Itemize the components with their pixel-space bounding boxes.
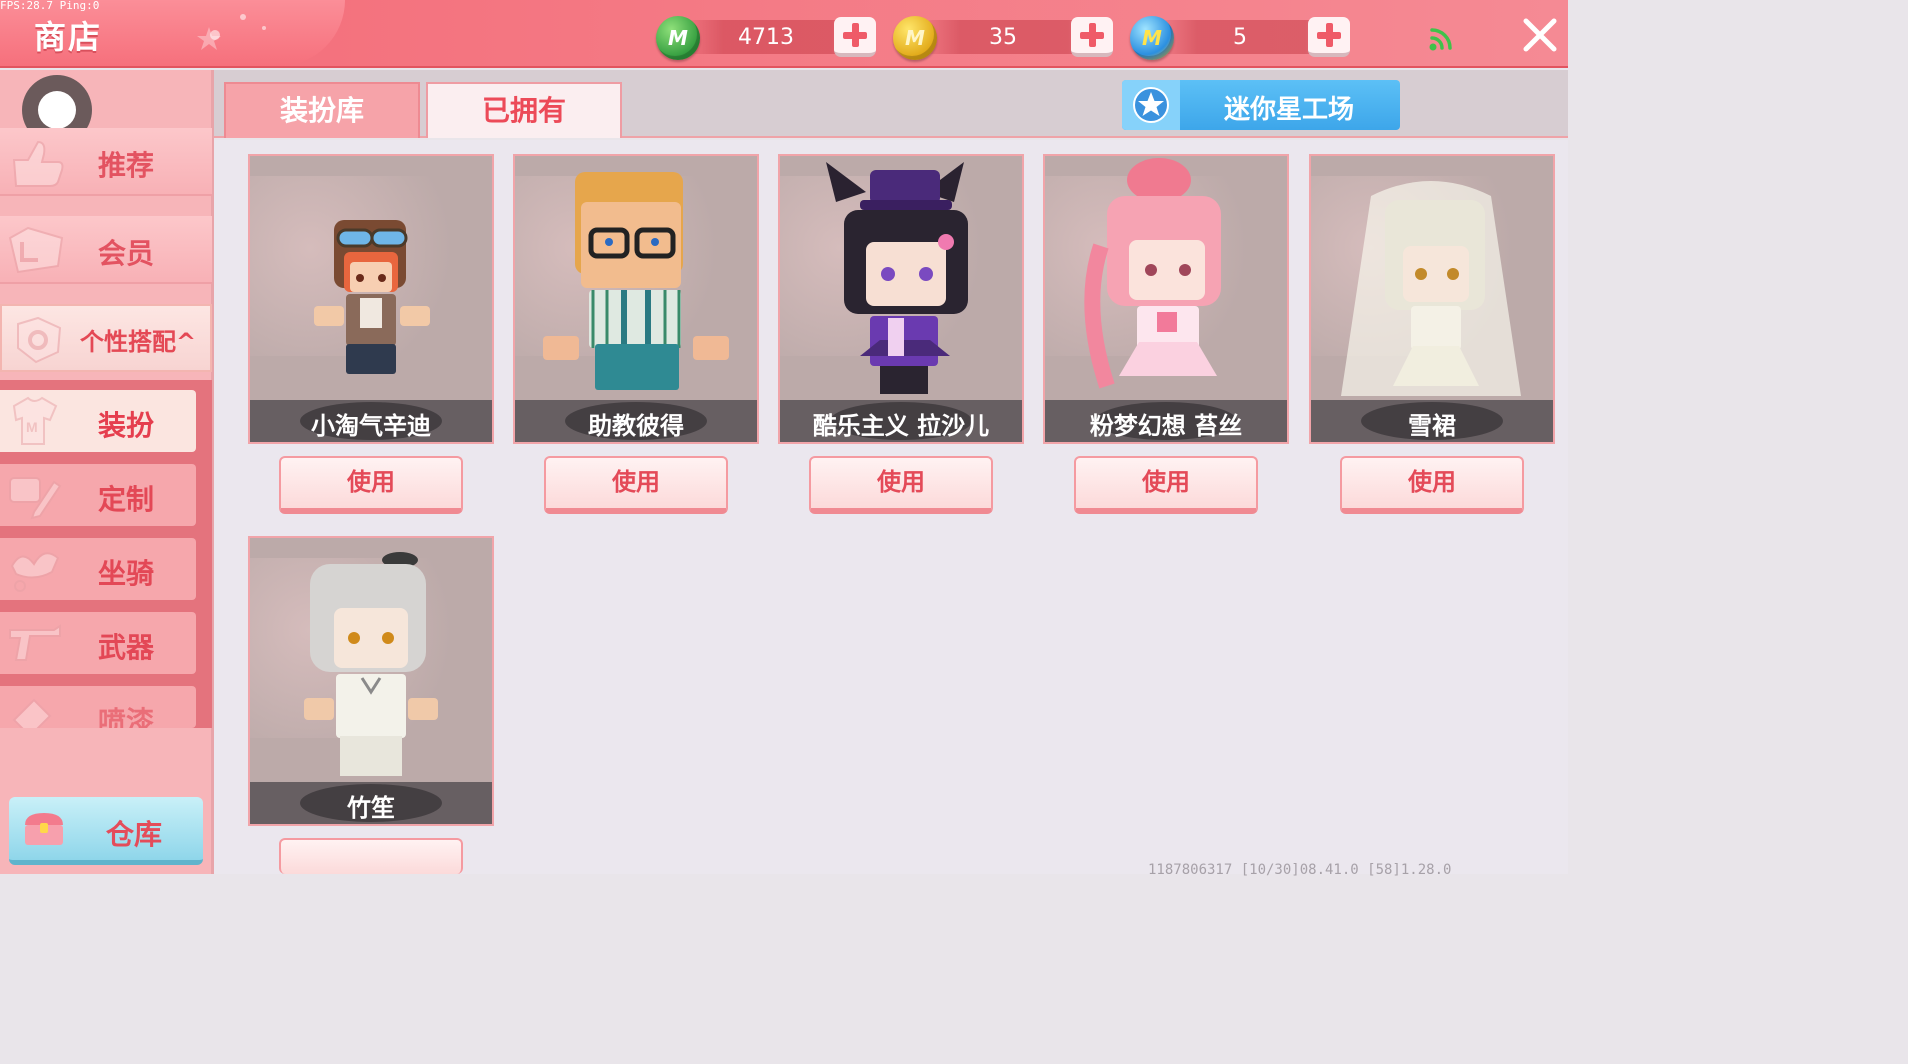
- treasure-chest-icon: [25, 813, 63, 845]
- mini-point-coin-icon: M: [1130, 16, 1174, 60]
- sidebar-subitem-label: 定制: [97, 483, 154, 516]
- sidebar-item-membership[interactable]: 会员: [0, 216, 212, 284]
- outfit-preview-peter: [543, 172, 729, 390]
- outfit-name-bar: 雪裙: [1311, 400, 1553, 442]
- mini-bean-coin-icon: M: [656, 16, 700, 60]
- sidebar-subitem-label: 装扮: [97, 409, 154, 442]
- sidebar-item-label: 会员: [97, 237, 154, 270]
- plus-icon: [1080, 23, 1104, 47]
- page-title: 商店: [34, 18, 103, 56]
- outfit-preview-tess: [1084, 158, 1221, 389]
- use-outfit-button[interactable]: 使用: [809, 456, 993, 514]
- shirt-icon: M: [12, 396, 58, 445]
- outfit-name-bar: 粉梦幻想 苔丝: [1045, 400, 1287, 442]
- gear-badge-icon: [17, 316, 62, 364]
- use-outfit-button[interactable]: 使用: [279, 456, 463, 514]
- outfit-card[interactable]: 酷乐主义 拉沙儿: [778, 154, 1024, 444]
- outfit-preview-cindy: [314, 220, 430, 374]
- tab-strip: 装扮库 已拥有 迷你星工场: [214, 70, 1568, 138]
- sidebar-subitem-label: 坐骑: [97, 557, 154, 590]
- add-mini-bean-button[interactable]: [834, 17, 876, 57]
- build-info-text: 1187806317 [10/30]08.41.0 [58]1.28.0: [1148, 862, 1452, 878]
- sidebar-subitem-custom[interactable]: 定制: [0, 464, 196, 526]
- sidebar-subitem-spray[interactable]: 喷漆: [0, 686, 196, 728]
- gun-icon: [9, 624, 61, 661]
- use-outfit-button[interactable]: 使用: [1074, 456, 1258, 514]
- outfit-card[interactable]: 雪裙: [1309, 154, 1555, 444]
- sidebar-subitem-mount[interactable]: 坐骑: [0, 538, 196, 600]
- star-icon: [1133, 87, 1169, 123]
- outfit-name: 粉梦幻想 苔丝: [1089, 412, 1243, 440]
- use-outfit-button[interactable]: 使用: [1340, 456, 1524, 514]
- outfit-name: 酷乐主义 拉沙儿: [812, 412, 990, 440]
- workshop-label: 迷你星工场: [1223, 95, 1354, 125]
- use-outfit-button[interactable]: [279, 838, 463, 874]
- mini-coin-amount: 35: [989, 25, 1017, 50]
- mini-coin-icon: M: [893, 16, 937, 60]
- sidebar-item-personal-style[interactable]: 个性搭配^: [0, 304, 212, 372]
- sidebar-subitem-label: 武器: [97, 631, 154, 664]
- saddle-icon: [10, 552, 60, 592]
- outfit-card[interactable]: 小淘气辛迪: [248, 154, 494, 444]
- top-bar: FPS:28.7 Ping:0 商店 M 4713 M 35 M 5: [0, 0, 1568, 68]
- tab-owned[interactable]: 已拥有: [426, 82, 622, 138]
- outfit-name: 竹笙: [347, 794, 395, 822]
- outfit-name: 小淘气辛迪: [311, 412, 431, 440]
- category-sidebar: 推荐 会员 个性搭配^ M 装扮 定制 坐骑 武器 喷漆 仓库: [0, 70, 214, 874]
- add-mini-coin-button[interactable]: [1071, 17, 1113, 57]
- plus-icon: [843, 23, 867, 47]
- sidebar-subitem-weapon[interactable]: 武器: [0, 612, 196, 674]
- thumbs-up-icon: [12, 140, 64, 187]
- outfit-name-bar: 竹笙: [250, 782, 492, 824]
- tab-outfit-library[interactable]: 装扮库: [224, 82, 420, 138]
- outfit-name-bar: 助教彼得: [515, 400, 757, 442]
- outfit-name-bar: 小淘气辛迪: [250, 400, 492, 442]
- sidebar-item-label: 推荐: [97, 149, 154, 182]
- fps-readout: FPS:28.7 Ping:0: [0, 0, 100, 12]
- outfit-card[interactable]: 粉梦幻想 苔丝: [1043, 154, 1289, 444]
- workshop-star-badge: [1122, 80, 1180, 130]
- mini-point-amount: 5: [1233, 25, 1247, 50]
- sidebar-subitem-label: 喷漆: [97, 705, 154, 728]
- add-mini-point-button[interactable]: [1308, 17, 1350, 57]
- svg-text:M: M: [26, 419, 38, 435]
- outfit-name: 雪裙: [1408, 412, 1456, 440]
- outfit-name: 助教彼得: [588, 412, 684, 440]
- use-outfit-button[interactable]: 使用: [544, 456, 728, 514]
- outfit-preview-zhusheng: [304, 552, 438, 776]
- sidebar-item-recommended[interactable]: 推荐: [0, 128, 212, 196]
- outfit-card[interactable]: 竹笙: [248, 536, 494, 826]
- vip-badge-icon: [8, 226, 64, 274]
- outfit-card[interactable]: 助教彼得: [513, 154, 759, 444]
- spray-can-icon: [12, 698, 52, 728]
- mini-workshop-button[interactable]: 迷你星工场: [1122, 80, 1400, 130]
- outfit-preview-lasha: [826, 162, 968, 394]
- close-icon[interactable]: [1520, 15, 1560, 55]
- warehouse-label: 仓库: [105, 818, 162, 851]
- signal-icon: [1429, 28, 1452, 51]
- sidebar-subitem-outfit[interactable]: M 装扮: [0, 390, 196, 452]
- mini-bean-amount: 4713: [738, 25, 794, 50]
- plus-icon: [1317, 23, 1341, 47]
- outfit-preview-snow-skirt: [1341, 181, 1521, 396]
- pencil-icon: [9, 477, 62, 520]
- outfit-name-bar: 酷乐主义 拉沙儿: [780, 400, 1022, 442]
- sidebar-item-label: 个性搭配^: [80, 328, 197, 356]
- warehouse-button[interactable]: 仓库: [9, 797, 203, 865]
